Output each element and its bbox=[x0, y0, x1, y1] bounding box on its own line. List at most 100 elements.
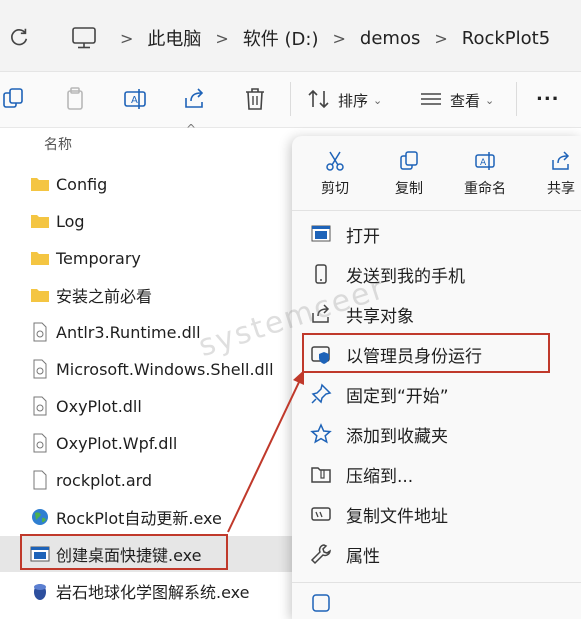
dll-file-icon bbox=[33, 396, 47, 416]
chevron-right-icon: > bbox=[120, 28, 134, 48]
menu-item-label: 复制文件地址 bbox=[346, 507, 448, 527]
file-name: OxyPlot.dll bbox=[56, 396, 142, 416]
sort-button-label[interactable]: 排序 bbox=[338, 90, 368, 111]
folder-icon bbox=[31, 252, 49, 265]
rename-action[interactable]: A 重命名 bbox=[450, 136, 520, 206]
menu-item-label: 添加到收藏夹 bbox=[346, 427, 448, 447]
context-menu: 剪切 复制 A 重命名 共享 打开 发送到我的手机 共享对象 以管理员身份运行 … bbox=[292, 136, 581, 619]
file-name: Temporary bbox=[56, 248, 141, 268]
scissors-icon bbox=[326, 151, 344, 171]
share-action[interactable]: 共享 bbox=[526, 136, 581, 206]
copy-label: 复制 bbox=[395, 181, 423, 197]
svg-text:A: A bbox=[131, 95, 138, 106]
menu-item-label: 压缩到... bbox=[346, 467, 414, 487]
folder-icon bbox=[31, 215, 49, 228]
paste-icon[interactable] bbox=[62, 86, 88, 112]
share-icon bbox=[552, 151, 570, 170]
delete-icon[interactable] bbox=[242, 86, 268, 112]
chevron-down-icon: ⌄ bbox=[485, 94, 495, 107]
cut-label: 剪切 bbox=[321, 181, 349, 197]
file-row[interactable]: Log bbox=[0, 203, 300, 239]
address-bar: > 此电脑 > 软件 (D:) > demos > RockPlot5 bbox=[0, 0, 581, 72]
menu-divider bbox=[292, 582, 581, 583]
zip-folder-icon bbox=[311, 467, 331, 483]
app-icon bbox=[34, 584, 46, 600]
folder-icon bbox=[31, 289, 49, 302]
file-name: rockplot.ard bbox=[56, 470, 153, 490]
globe-icon bbox=[32, 509, 48, 525]
folder-icon bbox=[31, 178, 49, 191]
more-options-icon[interactable] bbox=[310, 592, 332, 614]
toolbar-divider bbox=[290, 82, 291, 116]
breadcrumb-rockplot5[interactable]: RockPlot5 bbox=[462, 28, 550, 49]
sort-icon[interactable] bbox=[306, 86, 332, 112]
chevron-right-icon: > bbox=[332, 28, 346, 48]
rename-icon: A bbox=[475, 152, 495, 170]
dll-file-icon bbox=[33, 433, 47, 453]
copy-path-icon bbox=[311, 507, 331, 521]
computer-icon bbox=[72, 27, 96, 49]
menu-item-pin-to-start[interactable]: 固定到“开始” bbox=[292, 374, 581, 414]
chevron-down-icon: ⌄ bbox=[373, 94, 383, 107]
file-name: Log bbox=[56, 211, 85, 231]
breadcrumb: > 此电脑 > 软件 (D:) > demos > RockPlot5 bbox=[70, 18, 550, 58]
file-row[interactable]: Temporary bbox=[0, 240, 300, 276]
toolbar-divider bbox=[516, 82, 517, 116]
star-icon bbox=[310, 423, 332, 444]
file-name: Config bbox=[56, 174, 108, 194]
file-name: 岩石地球化学图解系统.exe bbox=[56, 583, 250, 602]
command-bar: A 排序 ⌄ 查看 ⌄ ... bbox=[0, 72, 581, 128]
cut-action[interactable]: 剪切 bbox=[300, 136, 370, 206]
menu-item-open[interactable]: 打开 bbox=[292, 214, 581, 254]
view-button-label[interactable]: 查看 bbox=[450, 90, 480, 111]
menu-item-properties[interactable]: 属性 bbox=[292, 534, 581, 574]
file-name: OxyPlot.Wpf.dll bbox=[56, 433, 178, 453]
menu-item-label: 固定到“开始” bbox=[346, 387, 449, 407]
menu-item-copy-path[interactable]: 复制文件地址 bbox=[292, 494, 581, 534]
svg-text:A: A bbox=[480, 158, 487, 168]
view-icon[interactable] bbox=[418, 86, 444, 112]
copy-icon[interactable] bbox=[2, 86, 28, 112]
file-row[interactable]: rockplot.ard bbox=[0, 462, 300, 498]
file-row[interactable]: OxyPlot.Wpf.dll bbox=[0, 425, 300, 461]
menu-item-compress[interactable]: 压缩到... bbox=[292, 454, 581, 494]
menu-item-label: 打开 bbox=[346, 227, 380, 247]
breadcrumb-drive-d[interactable]: 软件 (D:) bbox=[243, 25, 319, 51]
dll-file-icon bbox=[33, 359, 47, 379]
file-name: 安装之前必看 bbox=[56, 287, 153, 306]
wrench-icon bbox=[310, 544, 331, 565]
column-header-name[interactable]: 名称 bbox=[44, 134, 72, 154]
chevron-right-icon: > bbox=[434, 28, 448, 48]
file-row[interactable]: 安装之前必看 bbox=[0, 277, 300, 313]
file-name: Microsoft.Windows.Shell.dll bbox=[56, 359, 274, 379]
chevron-right-icon: > bbox=[215, 28, 229, 48]
menu-item-label: 属性 bbox=[346, 547, 380, 567]
rename-label: 重命名 bbox=[464, 181, 506, 197]
open-app-icon bbox=[311, 225, 331, 242]
copy-action[interactable]: 复制 bbox=[374, 136, 444, 206]
file-row[interactable]: Microsoft.Windows.Shell.dll bbox=[0, 351, 300, 387]
highlight-box-shortcut-exe bbox=[20, 534, 228, 570]
sort-caret-icon: ^ bbox=[186, 122, 197, 136]
pin-icon bbox=[311, 383, 332, 404]
highlight-box-run-as-admin bbox=[302, 333, 550, 373]
more-options-button[interactable]: ... bbox=[536, 84, 560, 105]
dll-file-icon bbox=[33, 322, 47, 342]
file-row[interactable]: RockPlot自动更新.exe bbox=[0, 499, 300, 535]
blank-file-icon bbox=[33, 470, 47, 490]
share-icon[interactable] bbox=[182, 86, 208, 112]
file-row[interactable]: Config bbox=[0, 166, 300, 202]
refresh-icon[interactable] bbox=[8, 26, 30, 48]
rename-icon[interactable]: A bbox=[122, 86, 148, 112]
file-name: Antlr3.Runtime.dll bbox=[56, 322, 201, 342]
menu-item-add-to-favorites[interactable]: 添加到收藏夹 bbox=[292, 414, 581, 454]
file-row[interactable]: OxyPlot.dll bbox=[0, 388, 300, 424]
menu-divider bbox=[292, 210, 581, 211]
breadcrumb-demos[interactable]: demos bbox=[360, 28, 420, 49]
file-row[interactable]: 岩石地球化学图解系统.exe bbox=[0, 573, 300, 609]
copy-icon bbox=[400, 151, 418, 170]
file-name: RockPlot自动更新.exe bbox=[56, 509, 222, 528]
share-label: 共享 bbox=[547, 181, 575, 197]
phone-icon bbox=[315, 264, 327, 284]
breadcrumb-this-pc[interactable]: 此电脑 bbox=[147, 25, 201, 51]
